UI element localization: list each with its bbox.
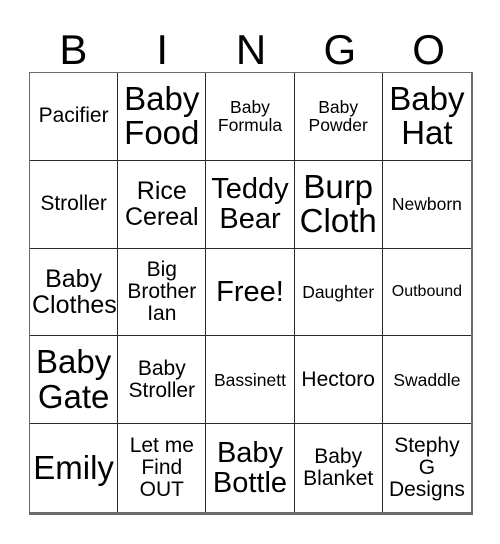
bingo-cell-label: Emily	[33, 448, 114, 486]
bingo-cell-r4c4[interactable]: Hectoro	[294, 336, 383, 425]
bingo-cell-label: Newborn	[391, 194, 462, 215]
bingo-cell-label: Baby Food	[124, 80, 200, 152]
bingo-cell-r5c4[interactable]: Baby Blanket	[294, 424, 383, 512]
bingo-cell-label: Stephy G Designs	[388, 434, 465, 501]
bingo-cell-r2c1[interactable]: Stroller	[30, 160, 119, 249]
bingo-header: B I N G O	[29, 18, 473, 72]
bingo-cell-label: Baby Formula	[217, 97, 283, 136]
bingo-cell-r4c1[interactable]: Baby Gate	[30, 336, 119, 425]
bingo-grid: Pacifier Baby Food Baby Formula Baby Powder…	[29, 72, 473, 515]
bingo-cell-r2c4[interactable]: Burp Cloth	[294, 160, 383, 249]
header-letter-g: G	[323, 26, 357, 73]
bingo-cell-label: Burp Cloth	[299, 167, 377, 240]
bingo-cell-r5c1[interactable]: Emily	[30, 424, 119, 512]
bingo-cell-r4c5[interactable]: Swaddle	[382, 336, 471, 425]
bingo-cell-r1c5[interactable]: Baby Hat	[382, 73, 471, 161]
header-letter-n: N	[235, 26, 267, 73]
bingo-cell-label: Let me Find OUT	[129, 434, 194, 501]
bingo-cell-r2c5[interactable]: Newborn	[382, 160, 471, 249]
bingo-cell-label: Baby Hat	[389, 80, 465, 152]
bingo-cell-label: Big Brother Ian	[127, 258, 197, 325]
header-letter-b: B	[59, 26, 88, 73]
bingo-cell-r5c5[interactable]: Stephy G Designs	[382, 424, 471, 512]
bingo-cell-label: Hectoro	[301, 367, 375, 391]
bingo-cell-r5c2[interactable]: Let me Find OUT	[118, 424, 207, 512]
bingo-cell-label: Swaddle	[393, 369, 461, 390]
bingo-cell-label: Daughter	[302, 281, 375, 302]
bingo-cell-r3c2[interactable]: Big Brother Ian	[118, 248, 207, 337]
bingo-cell-label: Baby Stroller	[128, 356, 196, 402]
bingo-cell-label: Baby Clothes	[32, 264, 117, 319]
bingo-cell-r1c2[interactable]: Baby Food	[118, 73, 207, 161]
bingo-cell-label: Baby Gate	[35, 343, 112, 415]
bingo-cell-label: Free!	[216, 275, 284, 308]
bingo-cell-label: Baby Blanket	[303, 445, 374, 491]
bingo-cell-r2c3[interactable]: Teddy Bear	[206, 160, 295, 249]
bingo-cell-r1c4[interactable]: Baby Powder	[294, 73, 383, 161]
header-letter-i: I	[156, 26, 169, 73]
header-letter-o: O	[412, 26, 445, 73]
bingo-card: B I N G O Pacifier Baby Food Baby Formula B…	[0, 0, 500, 544]
bingo-cell-r5c3[interactable]: Baby Bottle	[206, 424, 295, 512]
bingo-cell-r3c4[interactable]: Daughter	[294, 248, 383, 337]
bingo-cell-r4c2[interactable]: Baby Stroller	[118, 336, 207, 425]
bingo-cell-label: Outbound	[391, 282, 463, 300]
bingo-cell-r3c5[interactable]: Outbound	[382, 248, 471, 337]
bingo-cell-label: Teddy Bear	[211, 173, 289, 236]
bingo-cell-label: Stroller	[40, 192, 107, 216]
bingo-cell-label: Rice Cereal	[124, 177, 199, 232]
bingo-cell-r3c1[interactable]: Baby Clothes	[30, 248, 119, 337]
bingo-cell-r4c3[interactable]: Bassinett	[206, 336, 295, 425]
bingo-cell-label: Baby Bottle	[212, 436, 288, 500]
bingo-cell-label: Bassinett	[214, 369, 286, 390]
bingo-cell-r1c1[interactable]: Pacifier	[30, 73, 119, 161]
bingo-cell-r3c3[interactable]: Free!	[206, 248, 295, 337]
bingo-cell-label: Pacifier	[38, 104, 109, 128]
bingo-cell-r1c3[interactable]: Baby Formula	[206, 73, 295, 161]
bingo-cell-r2c2[interactable]: Rice Cereal	[118, 160, 207, 249]
bingo-cell-label: Baby Powder	[308, 97, 368, 136]
